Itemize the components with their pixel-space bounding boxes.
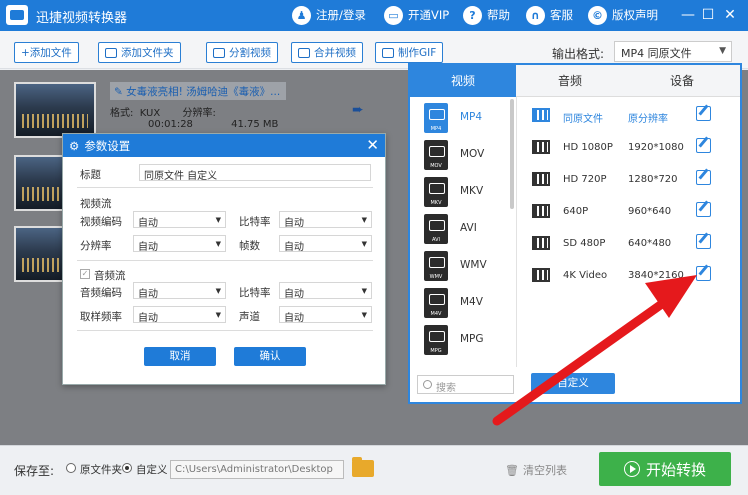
save-path-input[interactable]: C:\Users\Administrator\Desktop <box>170 460 344 479</box>
annotation-arrow-icon <box>492 275 697 426</box>
start-convert-button[interactable]: 开始转换 <box>599 452 731 486</box>
radio-custom-folder[interactable] <box>122 463 132 473</box>
save-to-label: 保存至: <box>14 464 55 478</box>
clear-list-button[interactable]: 🗑 清空列表 <box>505 462 567 478</box>
custom-folder-label: 自定义 <box>136 464 168 476</box>
play-icon <box>623 461 640 477</box>
radio-original-folder[interactable] <box>66 463 76 473</box>
trash-icon: 🗑 <box>505 463 519 477</box>
start-convert-label: 开始转换 <box>645 460 706 479</box>
browse-folder-icon[interactable] <box>352 457 374 477</box>
original-folder-label: 原文件夹 <box>80 464 122 476</box>
clear-list-label: 清空列表 <box>522 464 567 477</box>
